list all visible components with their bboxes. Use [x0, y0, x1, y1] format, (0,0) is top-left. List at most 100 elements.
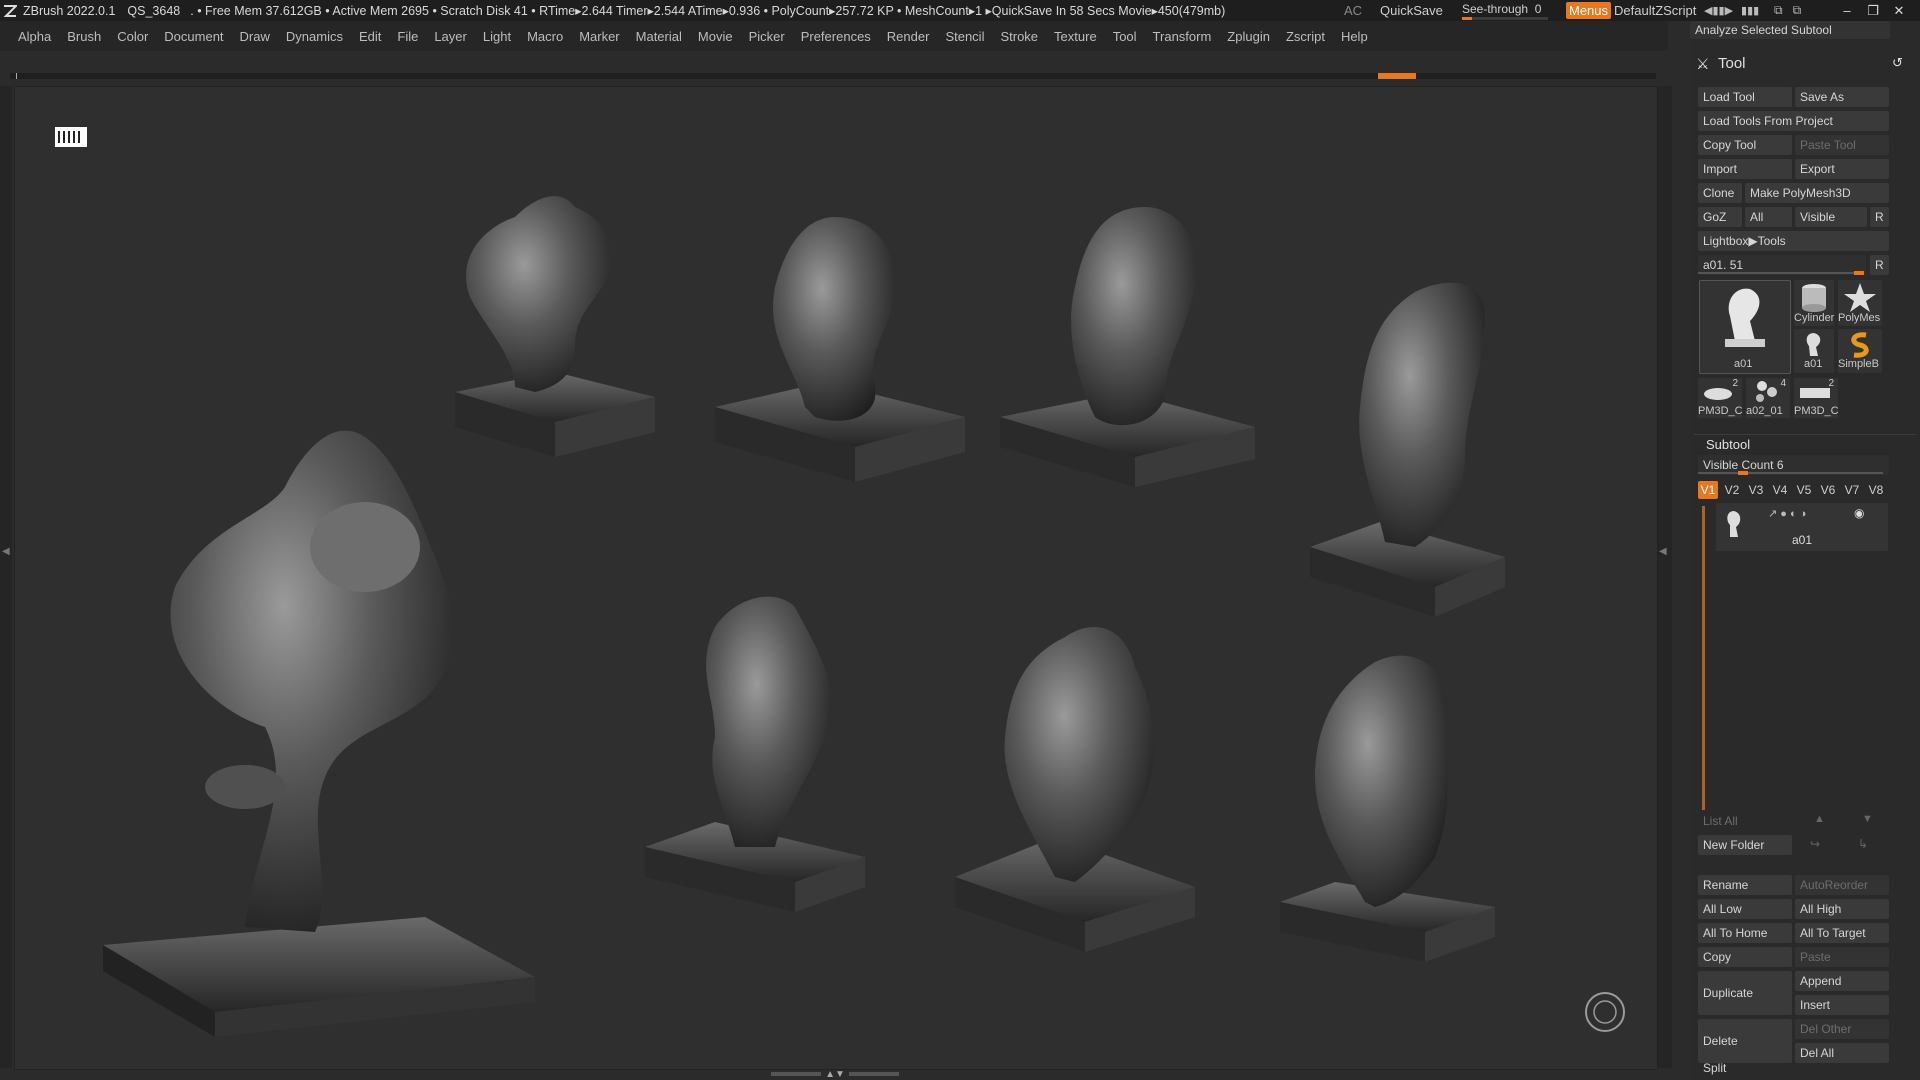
default-zscript-button[interactable]: DefaultZScript: [1614, 0, 1696, 21]
tab-v7[interactable]: V7: [1842, 481, 1862, 499]
see-through-slider[interactable]: See-through 0: [1462, 0, 1548, 21]
reset-icon[interactable]: ↺: [1892, 55, 1903, 71]
layout-icon-2[interactable]: ▮▮▮: [1741, 4, 1759, 17]
subtool-visibility-eye-icon[interactable]: ◉: [1854, 506, 1864, 520]
subtool-scrollbar[interactable]: [1702, 506, 1705, 810]
menu-layer[interactable]: Layer: [434, 29, 467, 44]
all-to-target-button[interactable]: All To Target: [1795, 923, 1889, 943]
bottom-tray-toggle-icon[interactable]: ▲▼: [825, 1069, 845, 1080]
menu-movie[interactable]: Movie: [698, 29, 733, 44]
minimize-icon[interactable]: –: [1834, 3, 1860, 18]
move-up-arrow-icon[interactable]: ▲: [1814, 813, 1825, 825]
save-as-button[interactable]: Save As: [1795, 87, 1889, 107]
right-tray-gutter[interactable]: ◀: [1656, 86, 1672, 1068]
goz-visible-button[interactable]: Visible: [1795, 207, 1867, 227]
menu-file[interactable]: File: [397, 29, 418, 44]
right-tray-arrow-icon[interactable]: ◀: [1659, 546, 1667, 557]
document-canvas[interactable]: [14, 86, 1658, 1070]
load-tool-button[interactable]: Load Tool: [1698, 87, 1792, 107]
tool-title[interactable]: Tool: [1718, 55, 1746, 72]
analyze-subtool-button[interactable]: Analyze Selected Subtool: [1690, 21, 1890, 39]
folder-out-icon[interactable]: ↳: [1858, 837, 1868, 851]
clone-button[interactable]: Clone: [1698, 183, 1742, 203]
menu-light[interactable]: Light: [483, 29, 511, 44]
menu-macro[interactable]: Macro: [527, 29, 563, 44]
tab-v1[interactable]: V1: [1698, 481, 1718, 499]
goz-button[interactable]: GoZ: [1698, 207, 1742, 227]
subtool-toggle-icons[interactable]: ↗ ● ◐ ◑: [1768, 507, 1806, 520]
subtool-item-a01[interactable]: ↗ ● ◐ ◑ ◉ a01: [1716, 503, 1888, 551]
append-button[interactable]: Append: [1795, 971, 1889, 991]
menu-tool[interactable]: Tool: [1113, 29, 1137, 44]
menu-marker[interactable]: Marker: [579, 29, 619, 44]
subtool-title[interactable]: Subtool: [1706, 437, 1750, 452]
tab-v8[interactable]: V8: [1866, 481, 1886, 499]
goz-r-button[interactable]: R: [1870, 207, 1889, 227]
current-tool-slider[interactable]: a01. 51: [1698, 255, 1866, 275]
menu-material[interactable]: Material: [636, 29, 682, 44]
load-tools-from-project-button[interactable]: Load Tools From Project: [1698, 111, 1889, 131]
list-all-button[interactable]: List All: [1698, 811, 1792, 831]
autoreorder-button[interactable]: AutoReorder: [1795, 875, 1889, 895]
tab-v2[interactable]: V2: [1722, 481, 1742, 499]
menu-stencil[interactable]: Stencil: [945, 29, 984, 44]
menu-help[interactable]: Help: [1341, 29, 1368, 44]
menu-draw[interactable]: Draw: [240, 29, 270, 44]
quicksave-button[interactable]: QuickSave: [1380, 0, 1443, 21]
duplicate-button[interactable]: Duplicate: [1698, 971, 1792, 1015]
move-down-arrow-icon[interactable]: ▼: [1862, 813, 1873, 825]
pin-icon[interactable]: ⚔: [1696, 55, 1709, 73]
menu-picker[interactable]: Picker: [749, 29, 785, 44]
del-all-button[interactable]: Del All: [1795, 1043, 1889, 1063]
restore-icon[interactable]: ❐: [1860, 3, 1886, 19]
menu-edit[interactable]: Edit: [359, 29, 381, 44]
menus-toggle-button[interactable]: Menus: [1566, 0, 1612, 21]
ac-label[interactable]: AC: [1344, 0, 1362, 21]
layout-icon[interactable]: ◀▮▮▶: [1704, 4, 1733, 17]
window-controls[interactable]: – ❐ ✕: [1834, 0, 1912, 21]
tab-v3[interactable]: V3: [1746, 481, 1766, 499]
goz-all-button[interactable]: All: [1745, 207, 1792, 227]
menu-brush[interactable]: Brush: [67, 29, 101, 44]
all-low-button[interactable]: All Low: [1698, 899, 1792, 919]
tab-v4[interactable]: V4: [1770, 481, 1790, 499]
menu-preferences[interactable]: Preferences: [801, 29, 871, 44]
menu-zplugin[interactable]: Zplugin: [1227, 29, 1270, 44]
timeline-strip[interactable]: [10, 73, 1656, 79]
insert-button[interactable]: Insert: [1795, 995, 1889, 1015]
bottom-tray-handle[interactable]: ▲▼: [770, 1069, 900, 1080]
window-snap-icon[interactable]: ⧉: [1793, 3, 1802, 18]
split-button[interactable]: Split: [1698, 1058, 1792, 1078]
menu-alpha[interactable]: Alpha: [18, 29, 51, 44]
menu-color[interactable]: Color: [117, 29, 148, 44]
rotate-gizmo-icon[interactable]: [1585, 992, 1625, 1032]
folder-in-icon[interactable]: ↪: [1810, 837, 1820, 851]
tab-v5[interactable]: V5: [1794, 481, 1814, 499]
menu-dynamics[interactable]: Dynamics: [286, 29, 343, 44]
del-other-button[interactable]: Del Other: [1795, 1019, 1889, 1039]
menu-transform[interactable]: Transform: [1153, 29, 1212, 44]
window-tile-icon[interactable]: ⧉: [1774, 3, 1783, 18]
paste-tool-button[interactable]: Paste Tool: [1795, 135, 1889, 155]
menu-render[interactable]: Render: [887, 29, 930, 44]
tab-v6[interactable]: V6: [1818, 481, 1838, 499]
copy-tool-button[interactable]: Copy Tool: [1698, 135, 1792, 155]
menu-document[interactable]: Document: [164, 29, 223, 44]
menu-stroke[interactable]: Stroke: [1000, 29, 1038, 44]
menu-texture[interactable]: Texture: [1054, 29, 1097, 44]
lightbox-tools-button[interactable]: Lightbox▶Tools: [1698, 231, 1889, 251]
make-polymesh3d-button[interactable]: Make PolyMesh3D: [1745, 183, 1889, 203]
menu-zscript[interactable]: Zscript: [1286, 29, 1325, 44]
import-button[interactable]: Import: [1698, 159, 1792, 179]
visible-count-slider[interactable]: Visible Count 6: [1698, 455, 1889, 475]
delete-button[interactable]: Delete: [1698, 1019, 1792, 1063]
close-icon[interactable]: ✕: [1886, 3, 1912, 19]
export-button[interactable]: Export: [1795, 159, 1889, 179]
left-tray-arrow-icon[interactable]: ◀: [2, 546, 10, 557]
rename-button[interactable]: Rename: [1698, 875, 1792, 895]
current-tool-r-button[interactable]: R: [1870, 255, 1889, 275]
paste-subtool-button[interactable]: Paste: [1795, 947, 1889, 967]
timeline-marker[interactable]: [1378, 73, 1416, 79]
copy-subtool-button[interactable]: Copy: [1698, 947, 1792, 967]
titlebar-tool-icons[interactable]: ◀▮▮▶ ▮▮▮: [1704, 0, 1759, 21]
